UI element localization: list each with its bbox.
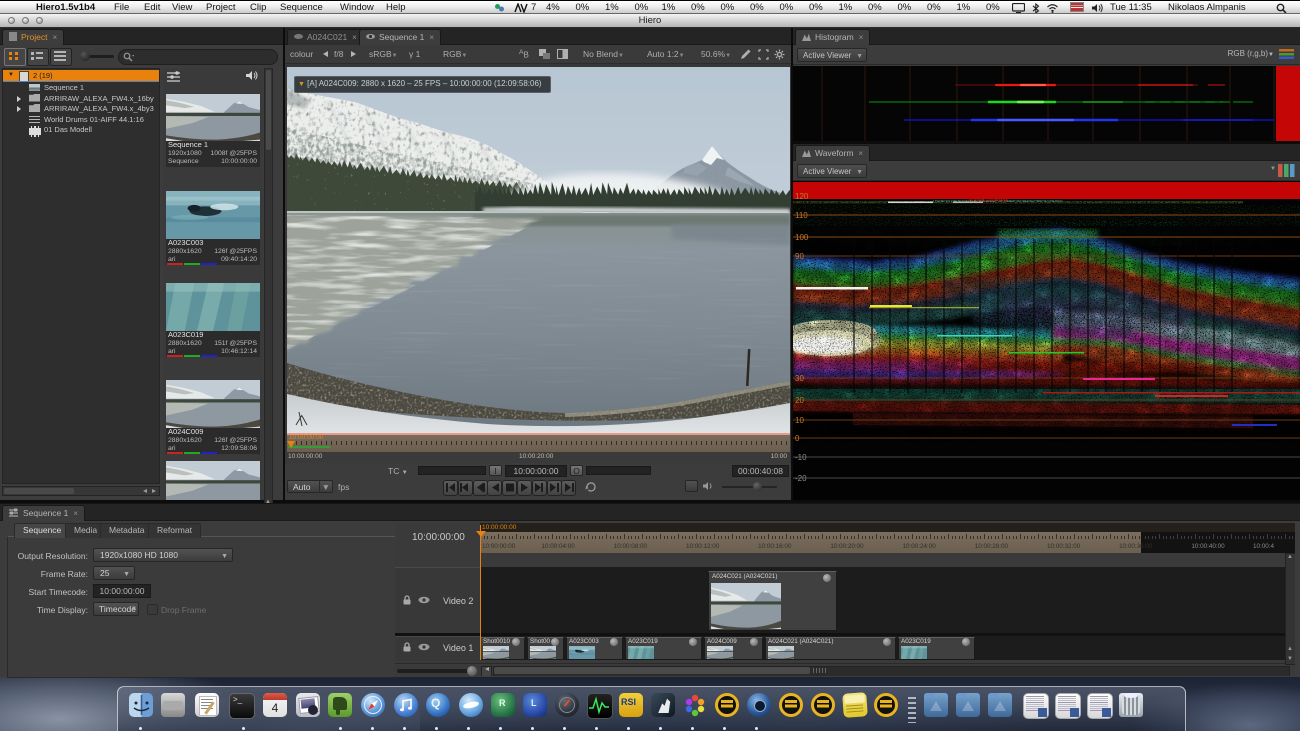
svg-text:-20: -20: [795, 474, 807, 483]
svg-text:100: 100: [795, 233, 809, 242]
svg-text:0: 0: [795, 434, 800, 443]
svg-text:30: 30: [795, 374, 804, 383]
svg-text:10: 10: [795, 416, 804, 425]
svg-text:20: 20: [795, 396, 804, 405]
svg-text:110: 110: [795, 211, 808, 220]
svg-text:120: 120: [795, 192, 809, 201]
svg-text:-10: -10: [795, 453, 807, 462]
svg-text:90: 90: [795, 252, 804, 261]
